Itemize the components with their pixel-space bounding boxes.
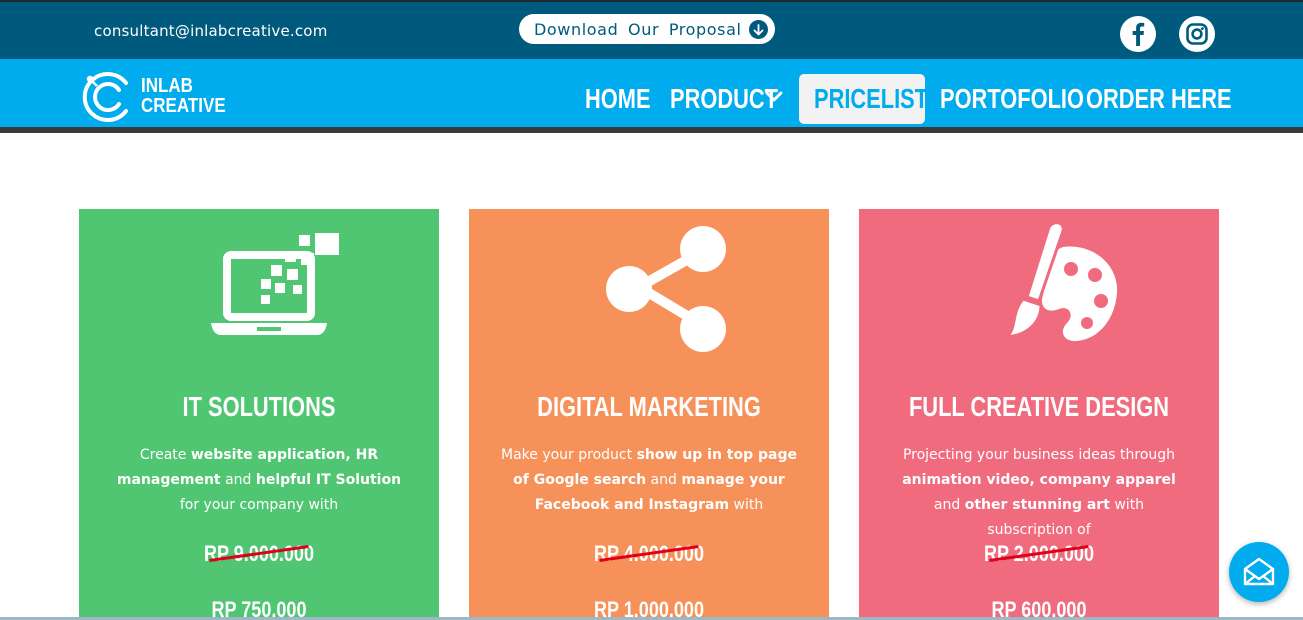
logo-line-1: INLAB xyxy=(141,75,193,97)
desc-text: Create xyxy=(139,447,191,463)
facebook-icon[interactable] xyxy=(1120,16,1156,52)
nav-product[interactable]: PRODUCT xyxy=(670,75,778,123)
nav-portofolio[interactable]: PORTOFOLIO xyxy=(940,75,1084,123)
card-title: DIGITAL MARKETING xyxy=(537,391,761,422)
card-description: Create website application, HR managemen… xyxy=(111,443,407,518)
pricing-card-full-creative-design: FULL CREATIVE DESIGN Projecting your bus… xyxy=(859,209,1219,620)
logo-mark-icon xyxy=(82,72,128,122)
top-bar: consultant@inlabcreative.com Download Ou… xyxy=(0,0,1303,59)
nav-home[interactable]: HOME xyxy=(585,75,651,123)
desc-bold: other stunning art xyxy=(964,497,1110,513)
nav-pricelist-active[interactable]: PRICELIST xyxy=(799,74,928,124)
logo-wordmark: INLAB CREATIVE xyxy=(141,76,226,116)
pricing-card-digital-marketing: DIGITAL MARKETING Make your product show… xyxy=(469,209,829,620)
desc-bold: helpful IT Solution xyxy=(255,472,402,488)
download-proposal-button[interactable]: Download Our Proposal xyxy=(519,14,775,44)
card-title: IT SOLUTIONS xyxy=(182,391,336,422)
download-circle-icon xyxy=(749,20,768,39)
logo-line-2: CREATIVE xyxy=(141,95,226,117)
card-description: Make your product show up in top page of… xyxy=(501,443,797,518)
contact-email[interactable]: consultant@inlabcreative.com xyxy=(94,22,328,40)
card-description: Projecting your business ideas through a… xyxy=(891,443,1187,543)
desc-text: with xyxy=(729,497,764,513)
desc-text: Make your product xyxy=(501,447,637,463)
desc-text: and xyxy=(933,497,965,513)
download-proposal-label: Download Our Proposal xyxy=(534,19,742,39)
palette-brush-icon xyxy=(1003,221,1118,342)
card-title: FULL CREATIVE DESIGN xyxy=(908,391,1170,422)
desc-text: and xyxy=(220,472,256,488)
share-icon xyxy=(606,226,726,352)
instagram-icon[interactable] xyxy=(1179,16,1215,52)
desc-bold: animation video, company apparel xyxy=(902,472,1176,488)
nav-order-here[interactable]: ORDER HERE xyxy=(1086,75,1232,123)
brand-logo[interactable]: INLAB CREATIVE xyxy=(78,69,228,125)
chat-button[interactable] xyxy=(1229,542,1289,602)
desc-text: and xyxy=(646,472,682,488)
chevron-down-icon[interactable] xyxy=(765,91,783,103)
pricing-card-it-solutions: IT SOLUTIONS Create website application,… xyxy=(79,209,439,620)
main-navbar: INLAB CREATIVE HOME PRODUCT PRICELIST PO… xyxy=(0,59,1303,133)
desc-text: Projecting your business ideas through xyxy=(902,447,1176,463)
nav-pricelist[interactable]: PRICELIST xyxy=(814,75,928,123)
desc-text: for your company with xyxy=(179,497,339,513)
laptop-pixels-icon xyxy=(211,233,339,335)
envelope-open-icon xyxy=(1243,557,1275,586)
